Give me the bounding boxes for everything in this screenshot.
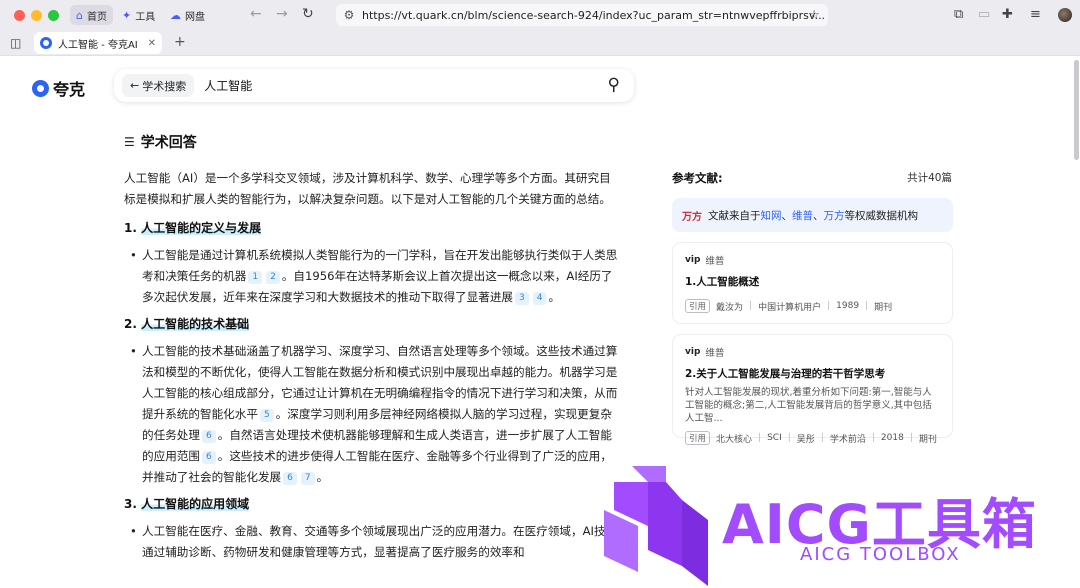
reference-card-1[interactable]: vip 维普 1.人工智能概述 引用 戴汝为 | 中国计算机用户 | 1989 | 期… [672, 242, 953, 324]
menu-icon[interactable]: ≡ [1030, 7, 1041, 22]
reload-icon[interactable]: ↻ [302, 6, 314, 22]
quark-favicon-icon [40, 37, 52, 49]
scrollbar[interactable] [1074, 60, 1079, 160]
section-heading: 3. 人工智能的应用领域 [124, 497, 250, 511]
aicg-watermark: AICG工具箱 AICG TOOLBOX [604, 466, 1080, 588]
answer-body: 人工智能（AI）是一个多学科交叉领域，涉及计算机科学、数学、心理学等多个方面。其… [124, 168, 620, 569]
reference-meta: 引用 北大核心 | SCI | 吴彤 | 学术前沿 | 2018 | 期刊 [685, 431, 940, 445]
reference-title[interactable]: 2.关于人工智能发展与治理的若干哲学思考 [685, 366, 940, 381]
reference-card-2[interactable]: vip 维普 2.关于人工智能发展与治理的若干哲学思考 针对人工智能发展的现状,… [672, 334, 953, 445]
close-window-button[interactable] [14, 10, 25, 21]
translate-icon[interactable]: ⧉ [954, 7, 963, 22]
close-tab-icon[interactable]: ✕ [148, 38, 156, 49]
avatar[interactable] [1058, 8, 1072, 22]
academic-search-back-button[interactable]: ← 学术搜索 [122, 74, 195, 97]
search-bar: ← 学术搜索 人工智能 ⚲ [114, 69, 634, 102]
wanfang-logo-icon: 万方 [682, 211, 702, 223]
section-heading: 1. 人工智能的定义与发展 [124, 221, 262, 235]
reference-title[interactable]: 1.人工智能概述 [685, 274, 940, 289]
aicg-logo-icon [604, 466, 708, 586]
citation-ref[interactable]: 5 [259, 409, 274, 422]
forward-arrow-icon[interactable]: → [276, 6, 288, 22]
citation-ref[interactable]: 6 [201, 430, 216, 443]
answer-intro: 人工智能（AI）是一个多学科交叉领域，涉及计算机科学、数学、心理学等多个方面。其… [124, 171, 611, 206]
sidebar-toggle-icon[interactable]: ◫ [10, 36, 21, 50]
tab-bar: ◫ 人工智能 - 夸克AI ✕ + [0, 30, 1080, 56]
quark-logo-icon [32, 79, 49, 97]
quark-logo[interactable]: 夸克 [32, 76, 85, 100]
answer-title: ☰ 学术回答 [124, 135, 197, 151]
citation-ref[interactable]: 6 [201, 451, 216, 464]
url-text: https://vt.quark.cn/blm/science-search-9… [362, 8, 826, 22]
citation-ref[interactable]: 6 [283, 472, 297, 485]
citation-ref[interactable]: 2 [266, 271, 280, 284]
references-count[interactable]: 共计40篇 [907, 170, 952, 186]
arrow-left-icon: ← [130, 79, 140, 92]
tools-icon: ✦ [122, 8, 132, 22]
source-notice: 万方 文献来自于知网、维普、万方等权威数据机构 [672, 198, 953, 232]
home-icon: ⌂ [76, 8, 83, 22]
section-bullet: 人工智能的技术基础涵盖了机器学习、深度学习、自然语言处理等多个领域。这些技术通过… [124, 341, 620, 488]
browser-toolbar: ⌂ 首页 ✦ 工具 ☁ 网盘 ← → ↻ ⚙ https://vt.quark.… [0, 0, 1080, 30]
weipu-logo-icon: vip [685, 347, 701, 357]
cloud-drive-pill[interactable]: ☁ 网盘 [164, 5, 211, 25]
back-arrow-icon[interactable]: ← [250, 6, 262, 22]
minimize-window-button[interactable] [31, 10, 42, 21]
cite-tag[interactable]: 引用 [685, 299, 711, 313]
cite-tag[interactable]: 引用 [685, 431, 711, 445]
list-lines-icon: ☰ [124, 135, 135, 149]
reference-snippet: 针对人工智能发展的现状,着重分析如下问题:第一,智能与人工智能的概念;第二,人工… [685, 387, 932, 424]
extensions-icon[interactable]: ✚ [1002, 7, 1013, 22]
reader-icon[interactable]: ▭ [978, 7, 990, 22]
tools-pill[interactable]: ✦ 工具 [116, 5, 161, 25]
citation-ref[interactable]: 3 [515, 292, 529, 305]
reference-meta: 引用 戴汝为 | 中国计算机用户 | 1989 | 期刊 [685, 299, 940, 313]
new-tab-icon[interactable]: + [174, 34, 186, 50]
references-header: 参考文献: 共计40篇 [672, 170, 952, 186]
weipu-logo-icon: vip [685, 255, 701, 265]
section-heading: 2. 人工智能的技术基础 [124, 317, 250, 331]
citation-ref[interactable]: 4 [532, 292, 547, 305]
citation-ref[interactable]: 1 [248, 271, 263, 284]
search-input[interactable]: 人工智能 [204, 77, 252, 94]
site-settings-icon[interactable]: ⚙ [336, 8, 362, 22]
tab-active[interactable]: 人工智能 - 夸克AI ✕ [34, 32, 162, 54]
search-icon[interactable]: ⚲ [608, 75, 620, 95]
maximize-window-button[interactable] [48, 10, 59, 21]
address-bar[interactable]: ⚙ https://vt.quark.cn/blm/science-search… [336, 4, 828, 26]
home-pill[interactable]: ⌂ 首页 [70, 5, 113, 25]
citation-ref[interactable]: 7 [300, 472, 315, 485]
section-bullet: 人工智能在医疗、金融、教育、交通等多个领域展现出广泛的应用潜力。在医疗领域，AI… [124, 521, 620, 563]
section-bullet: 人工智能是通过计算机系统模拟人类智能行为的一门学科，旨在开发出能够执行类似于人类… [124, 245, 620, 308]
cloud-icon: ☁ [170, 8, 181, 22]
bookmark-star-icon[interactable]: ☆ [808, 8, 820, 23]
